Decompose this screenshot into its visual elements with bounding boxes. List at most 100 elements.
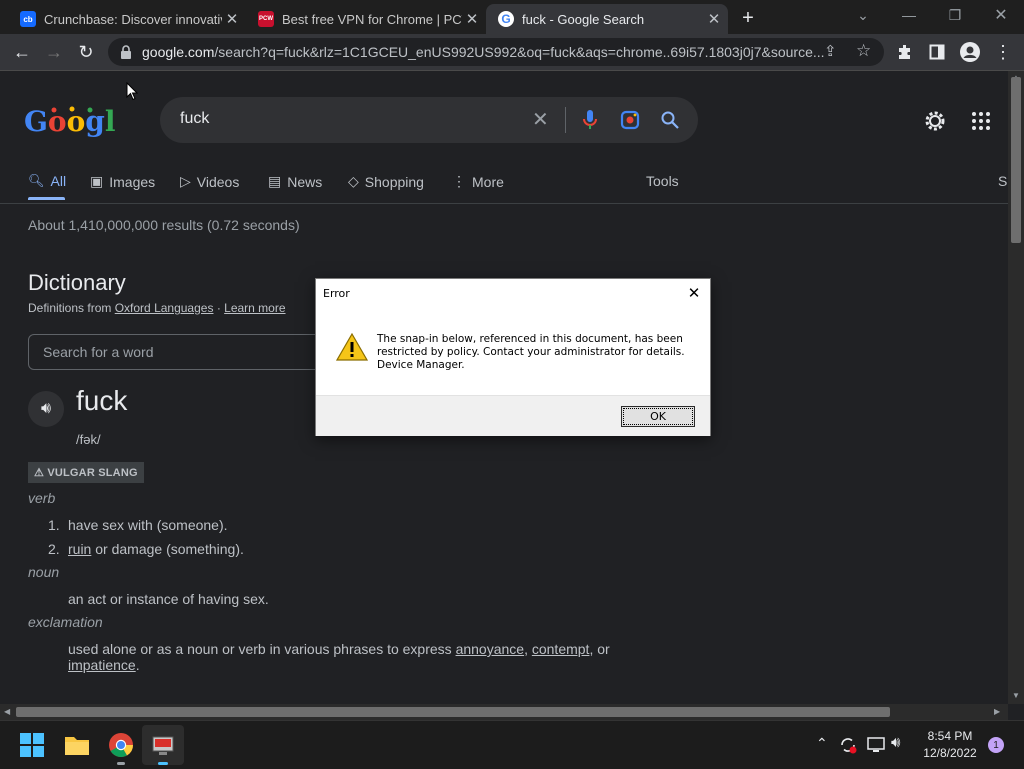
pronunciation-speaker-icon[interactable]: 🔊︎ [28,391,64,427]
safesearch-truncated[interactable]: S [998,173,1007,189]
tab-videos[interactable]: ▷ Videos [180,173,239,190]
tab-title: fuck - Google Search [522,11,645,27]
mouse-cursor-icon [126,82,138,101]
chrome-taskbar-icon[interactable] [108,732,134,758]
bookmark-star-icon[interactable]: ☆ [856,41,871,61]
minimize-icon[interactable]: — [886,0,932,30]
verb-def-1-number: 1. [48,517,60,533]
forward-icon[interactable]: → [39,34,69,70]
tab-label: All [50,173,67,189]
clock-time[interactable]: 8:54 PM [918,729,982,743]
register-label: VULGAR SLANG [47,467,138,479]
volume-icon[interactable]: 🔊︎ [891,734,900,751]
tab-pcworld[interactable]: PCW Best free VPN for Chrome | PCW ✕ [246,4,486,34]
lens-search-icon[interactable] [620,110,640,130]
file-explorer-icon[interactable] [64,734,90,756]
pos-exclamation-label: exclamation [28,614,103,630]
search-divider [565,107,566,133]
clear-search-icon[interactable]: ✕ [532,107,549,132]
google-favicon-icon: G [498,11,514,27]
tab-images[interactable]: ▣ Images [90,173,155,190]
scroll-left-icon[interactable]: ◀ [4,707,10,716]
close-tab-icon[interactable]: ✕ [462,10,482,28]
dialog-close-icon[interactable]: ✕ [680,281,708,305]
tab-shopping[interactable]: ◇ Shopping [348,173,424,190]
separator-dot: · [216,301,221,315]
results-stats: About 1,410,000,000 results (0.72 second… [28,217,300,233]
tools-button[interactable]: Tools [646,173,679,189]
horizontal-scroll-thumb[interactable] [16,707,890,717]
address-bar[interactable]: google.com/search?q=fuck&rlz=1C1GCEU_enU… [108,38,884,66]
pos-noun-label: noun [28,564,60,580]
dialog-title: Error [323,287,350,300]
google-logo[interactable]: Google [24,105,116,137]
back-icon[interactable]: ← [7,34,37,70]
ok-button[interactable]: OK [621,406,695,427]
sync-icon[interactable] [838,735,858,755]
word-search-placeholder: Search for a word [43,344,154,360]
settings-gear-icon[interactable] [923,109,947,133]
tab-more[interactable]: ⋮ More [452,173,504,190]
scroll-down-icon[interactable]: ▼ [1012,691,1020,700]
pos-verb-label: verb [28,490,56,506]
ruin-link[interactable]: ruin [68,541,91,557]
annoyance-link[interactable]: annoyance [456,641,525,657]
word-search-input[interactable]: Search for a word [28,334,330,370]
excl-sep: , or [589,641,610,657]
restore-icon[interactable]: ❐ [932,0,978,30]
verb-def-2: ruin or damage (something). [68,541,244,557]
url-text: google.com/search?q=fuck&rlz=1C1GCEU_enU… [142,44,825,60]
windows-start-icon[interactable] [20,733,44,757]
warning-small-icon: ⚠ [34,467,48,479]
search-query-text[interactable]: fuck [180,110,209,128]
image-icon: ▣ [90,173,104,189]
close-tab-icon[interactable]: ✕ [704,10,724,28]
verb-def-1: have sex with (someone). [68,517,228,533]
dialog-footer: OK [316,395,710,436]
register-badge: ⚠ VULGAR SLANG [28,462,144,483]
horizontal-scrollbar[interactable]: ◀ ▶ [0,704,1008,720]
close-tab-icon[interactable]: ✕ [222,10,242,28]
oxford-languages-link[interactable]: Oxford Languages [115,301,214,315]
tools-label: Tools [646,173,679,189]
tab-all[interactable]: 🔍︎ All [28,173,66,189]
profile-avatar-icon[interactable] [960,42,980,62]
impatience-link[interactable]: impatience [68,657,136,673]
dictionary-heading: Dictionary [28,270,126,295]
vertical-scrollbar[interactable]: ▲ ▼ [1008,71,1024,704]
error-dialog: Error ✕ The snap-in below, referenced in… [315,278,711,436]
search-box[interactable]: fuck ✕ [160,97,698,143]
clock-date[interactable]: 12/8/2022 [918,746,982,760]
tab-news[interactable]: ▤ News [268,173,322,190]
learn-more-link[interactable]: Learn more [224,301,285,315]
taskbar: ⌃ 🔊︎ 8:54 PM 12/8/2022 1 [0,720,1024,769]
apps-grid-icon[interactable] [971,111,991,131]
warning-icon [336,333,368,361]
notification-badge[interactable]: 1 [988,737,1004,753]
extensions-icon[interactable] [897,44,913,60]
side-panel-icon[interactable] [929,44,945,60]
device-manager-icon [152,736,174,755]
contempt-link[interactable]: contempt [532,641,590,657]
voice-search-icon[interactable] [582,109,598,131]
tab-search-icon[interactable]: ⌄ [840,0,886,30]
reload-icon[interactable]: ↻ [71,34,101,70]
tab-google-search[interactable]: G fuck - Google Search ✕ [486,4,728,34]
excl-prefix: used alone or as a noun or verb in vario… [68,641,456,657]
vertical-scroll-thumb[interactable] [1011,77,1021,243]
tabs-divider [0,203,1008,204]
chrome-menu-icon[interactable]: ⋮ [988,34,1018,70]
tab-crunchbase[interactable]: cb Crunchbase: Discover innovative ✕ [8,4,246,34]
show-hidden-icons-chevron-icon[interactable]: ⌃ [816,735,828,752]
tab-label: Images [109,173,156,190]
mmc-taskbar-button[interactable] [142,725,184,765]
close-window-icon[interactable]: ✕ [978,0,1024,30]
search-submit-icon[interactable] [660,110,680,130]
search-small-icon: 🔍︎ [28,173,45,188]
pronunciation-text: /fək/ [76,432,101,447]
new-tab-icon[interactable]: + [736,6,760,30]
network-icon[interactable] [866,736,886,754]
tab-strip: cb Crunchbase: Discover innovative ✕ PCW… [0,0,1024,34]
share-icon[interactable]: ⇪ [824,42,837,60]
scroll-right-icon[interactable]: ▶ [994,707,1000,716]
